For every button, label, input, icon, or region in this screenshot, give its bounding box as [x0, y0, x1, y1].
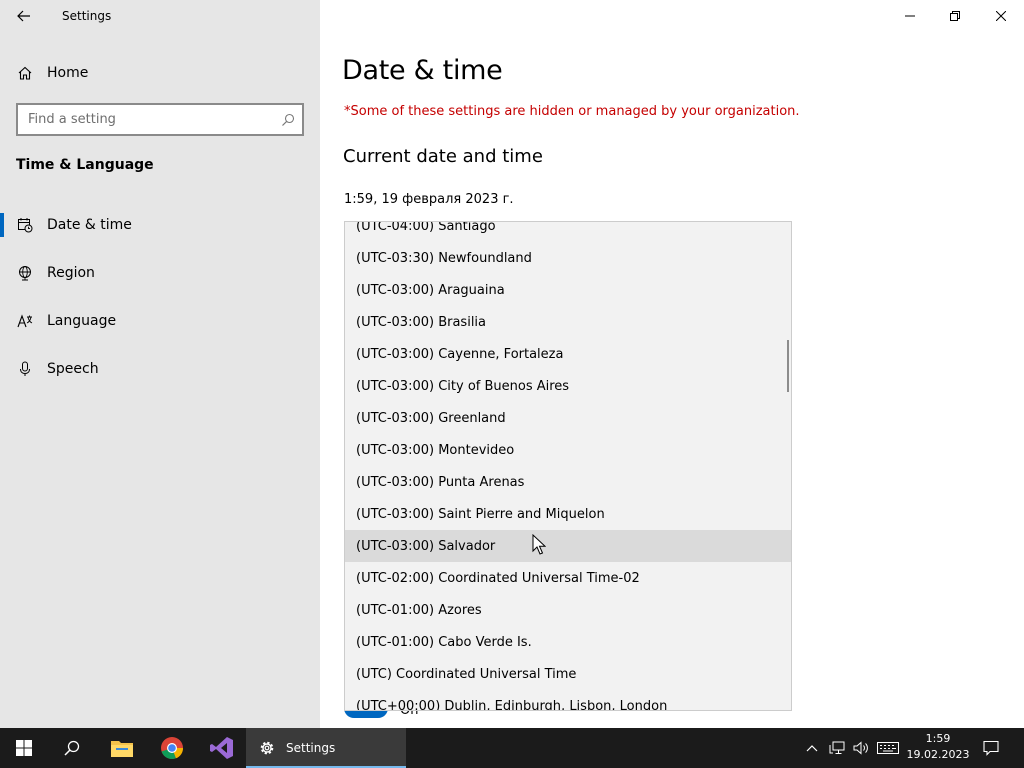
sidebar-item-language[interactable]: Language	[0, 303, 320, 339]
timezone-option[interactable]: (UTC-03:00) Saint Pierre and Miquelon	[345, 498, 791, 530]
timezone-option[interactable]: (UTC) Coordinated Universal Time	[345, 658, 791, 690]
language-icon	[17, 313, 33, 329]
taskbar-search-button[interactable]	[48, 728, 96, 768]
sidebar-item-label: Region	[47, 265, 95, 281]
settings-sidebar: Settings Home Time & Language Date & tim…	[0, 0, 320, 728]
timezone-option[interactable]: (UTC+00:00) Dublin, Edinburgh, Lisbon, L…	[345, 690, 791, 711]
timezone-option[interactable]: (UTC-03:00) Greenland	[345, 402, 791, 434]
sidebar-item-home[interactable]: Home	[0, 56, 320, 90]
taskbar-settings-app[interactable]: Settings	[246, 728, 406, 768]
gear-icon	[260, 741, 274, 755]
sidebar-item-label: Home	[47, 65, 89, 81]
timezone-option[interactable]: (UTC-03:00) Punta Arenas	[345, 466, 791, 498]
app-title: Settings	[62, 9, 112, 23]
start-button[interactable]	[0, 728, 48, 768]
restore-icon	[950, 11, 960, 21]
mouse-cursor-icon	[532, 534, 546, 555]
taskbar-chrome[interactable]	[148, 728, 196, 768]
minimize-icon	[905, 15, 915, 17]
search-icon[interactable]	[274, 106, 302, 134]
date-time-icon	[17, 217, 33, 233]
network-button[interactable]	[826, 728, 848, 768]
timezone-option[interactable]: (UTC-03:00) Araguaina	[345, 274, 791, 306]
page-title: Date & time	[342, 55, 503, 86]
back-button[interactable]	[8, 2, 40, 30]
microphone-icon	[17, 361, 33, 377]
sidebar-item-region[interactable]: Region	[0, 255, 320, 291]
sidebar-item-speech[interactable]: Speech	[0, 351, 320, 387]
active-indicator	[0, 213, 4, 237]
visual-studio-icon	[210, 737, 233, 759]
timezone-options: (UTC-04:00) Santiago (UTC-03:30) Newfoun…	[345, 222, 791, 711]
input-indicator-button[interactable]	[874, 728, 902, 768]
section-heading: Current date and time	[343, 146, 543, 167]
close-icon	[996, 11, 1006, 21]
search-box[interactable]	[16, 103, 304, 136]
taskbar-app-label: Settings	[286, 741, 336, 755]
timezone-option[interactable]: (UTC-02:00) Coordinated Universal Time-0…	[345, 562, 791, 594]
restore-button[interactable]	[932, 0, 978, 32]
search-icon	[64, 740, 80, 756]
action-center-button[interactable]	[976, 728, 1006, 768]
timezone-option[interactable]: (UTC-01:00) Cabo Verde Is.	[345, 626, 791, 658]
speaker-icon	[853, 741, 868, 755]
network-icon	[829, 741, 845, 754]
globe-icon	[17, 265, 33, 281]
timezone-option[interactable]: (UTC-03:00) City of Buenos Aires	[345, 370, 791, 402]
notification-icon	[983, 740, 999, 756]
search-input[interactable]	[18, 105, 274, 134]
chrome-icon	[161, 737, 184, 760]
taskbar: Settings 1:59 19.02.2023	[0, 728, 1024, 768]
timezone-option-hovered[interactable]: (UTC-03:00) Salvador	[345, 530, 791, 562]
section-title: Time & Language	[16, 157, 154, 173]
timezone-dropdown-list[interactable]: (UTC-04:00) Santiago (UTC-03:30) Newfoun…	[344, 221, 792, 711]
taskbar-clock[interactable]: 1:59 19.02.2023	[906, 731, 970, 763]
windows-logo-icon	[16, 740, 32, 756]
sidebar-item-label: Speech	[47, 361, 99, 377]
chevron-up-icon	[806, 745, 818, 752]
sidebar-item-date-time[interactable]: Date & time	[0, 207, 320, 243]
taskbar-file-explorer[interactable]	[98, 728, 146, 768]
back-arrow-icon	[17, 10, 30, 22]
managed-warning: *Some of these settings are hidden or ma…	[344, 104, 800, 119]
minimize-button[interactable]	[887, 0, 933, 32]
timezone-option[interactable]: (UTC-03:00) Brasilia	[345, 306, 791, 338]
keyboard-icon	[877, 742, 899, 754]
home-icon	[18, 66, 32, 80]
timezone-option[interactable]: (UTC-03:00) Cayenne, Fortaleza	[345, 338, 791, 370]
timezone-option[interactable]: (UTC-04:00) Santiago	[345, 222, 791, 242]
clock-date: 19.02.2023	[906, 748, 970, 761]
volume-button[interactable]	[850, 728, 872, 768]
clock-time: 1:59	[925, 732, 951, 745]
close-button[interactable]	[978, 0, 1024, 32]
sidebar-item-label: Date & time	[47, 217, 132, 233]
timezone-option[interactable]: (UTC-03:00) Montevideo	[345, 434, 791, 466]
timezone-option[interactable]: (UTC-03:30) Newfoundland	[345, 242, 791, 274]
current-datetime: 1:59, 19 февраля 2023 г.	[344, 192, 514, 207]
timezone-option[interactable]: (UTC-01:00) Azores	[345, 594, 791, 626]
sidebar-item-label: Language	[47, 313, 117, 329]
dropdown-scrollbar[interactable]	[787, 340, 789, 392]
title-bar: Settings	[0, 0, 320, 32]
folder-icon	[111, 741, 133, 757]
show-hidden-icons-button[interactable]	[802, 728, 822, 768]
taskbar-visual-studio[interactable]	[198, 728, 246, 768]
